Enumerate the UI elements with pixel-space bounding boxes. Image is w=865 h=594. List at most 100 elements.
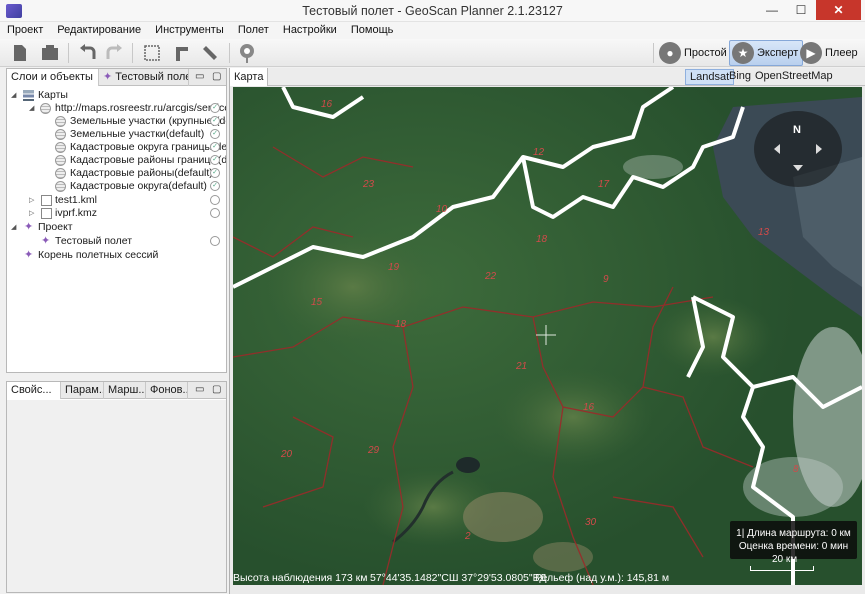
tree-item-flight[interactable]: ✦ Тестовый полет xyxy=(7,235,226,248)
ruler-icon[interactable] xyxy=(200,43,220,63)
properties-content xyxy=(7,400,226,592)
tree-item-layer[interactable]: Кадастровые округа(default) ✓ xyxy=(7,180,226,193)
tree-item-label: http://maps.rosreestr.ru/arcgis/service xyxy=(55,102,226,114)
redo-icon[interactable] xyxy=(104,43,124,63)
visibility-checkbox[interactable]: ✓ xyxy=(210,155,220,165)
tree-item-layer[interactable]: Кадастровые районы(default) ✓ xyxy=(7,167,226,180)
maximize-button[interactable]: ☐ xyxy=(787,0,815,20)
tree-item-layer[interactable]: Кадастровые районы границы(de ✓ xyxy=(7,154,226,167)
source-osm-button[interactable]: OpenStreetMap xyxy=(751,69,837,85)
mode-expert-label: Эксперт xyxy=(757,47,799,59)
mode-player-button[interactable]: ▶ Плеер xyxy=(798,40,862,66)
collapse-arrow-icon[interactable]: ▷ xyxy=(29,196,37,204)
relief-readout: Рельеф (над у.м.): 145,81 м xyxy=(535,572,670,584)
tree-item-layer[interactable]: Земельные участки (крупные)(de ✓ xyxy=(7,115,226,128)
tree-item-layer[interactable]: Кадастровые округа границы(def ✓ xyxy=(7,141,226,154)
properties-panel: Свойс... Парам... Марш... Фонов... ▭ ▢ xyxy=(6,381,227,593)
tree-item-file[interactable]: ▷ test1.kml xyxy=(7,194,226,207)
tree-item-maps[interactable]: ◢ Карты xyxy=(7,89,226,102)
region-number: 9 xyxy=(603,274,609,285)
tab-properties[interactable]: Свойс... xyxy=(7,382,61,399)
expand-arrow-icon[interactable]: ◢ xyxy=(11,223,19,231)
tab-label: Тестовый полет xyxy=(115,71,189,83)
tree-item-label: Земельные участки (крупные)(de xyxy=(70,115,226,127)
title-bar: Тестовый полет - GeoScan Planner 2.1.231… xyxy=(0,0,865,22)
tab-label: Свойс... xyxy=(11,384,52,396)
menu-edit[interactable]: Редактирование xyxy=(50,22,145,36)
tree-item-server[interactable]: ◢ http://maps.rosreestr.ru/arcgis/servic… xyxy=(7,102,226,115)
compass-navigation[interactable]: N xyxy=(752,109,844,189)
globe-icon xyxy=(55,142,66,153)
visibility-checkbox[interactable] xyxy=(210,195,220,205)
region-number: 20 xyxy=(280,449,293,460)
corner-tool-icon[interactable] xyxy=(172,43,192,63)
menu-settings[interactable]: Настройки xyxy=(276,22,341,36)
menu-project[interactable]: Проект xyxy=(0,22,47,36)
tree-item-sessions[interactable]: ✦ Корень полетных сессий xyxy=(7,249,226,262)
region-number: 8 xyxy=(793,464,799,475)
undo-icon[interactable] xyxy=(78,43,98,63)
region-number: 13 xyxy=(758,227,770,238)
visibility-checkbox[interactable]: ✓ xyxy=(210,116,220,126)
visibility-checkbox[interactable]: ✓ xyxy=(210,168,220,178)
star-icon: ★ xyxy=(732,42,754,64)
tab-route[interactable]: Марш... xyxy=(104,382,146,399)
time-estimate-text: Оценка времени: 0 мин xyxy=(738,541,849,552)
star-icon: ✦ xyxy=(41,235,51,247)
tab-background[interactable]: Фонов... xyxy=(146,382,188,399)
tree-item-project[interactable]: ◢ ✦ Проект xyxy=(7,221,226,234)
tree-item-label: Проект xyxy=(38,221,73,233)
tree-item-layer[interactable]: Земельные участки(default) ✓ xyxy=(7,128,226,141)
close-button[interactable]: ✕ xyxy=(816,0,861,20)
coordinates-readout: 57°44'35.1482"СШ 37°29'53.0805"ВД xyxy=(370,572,547,584)
tab-map[interactable]: Карта xyxy=(230,68,269,86)
globe-icon xyxy=(40,103,51,114)
visibility-checkbox[interactable] xyxy=(210,208,220,218)
layers-icon xyxy=(23,90,34,101)
visibility-checkbox[interactable]: ✓ xyxy=(210,142,220,152)
tree-item-label: Карты xyxy=(38,89,68,101)
visibility-checkbox[interactable] xyxy=(210,236,220,246)
expand-arrow-icon[interactable]: ◢ xyxy=(29,104,37,112)
tab-label: Марш... xyxy=(108,384,146,396)
open-folder-icon[interactable] xyxy=(40,43,60,63)
tree-item-file[interactable]: ▷ ivprf.kmz xyxy=(7,207,226,220)
region-number: 16 xyxy=(583,402,595,413)
layers-panel: Слои и объекты✕ ✦ Тестовый полет ▭ ▢ ◢ К… xyxy=(6,68,227,373)
tab-layers-objects[interactable]: Слои и объекты✕ xyxy=(7,69,99,86)
mode-expert-button[interactable]: ★ Эксперт xyxy=(729,40,804,66)
visibility-checkbox[interactable]: ✓ xyxy=(210,129,220,139)
panel-minimize-icon[interactable]: ▭ xyxy=(195,384,204,395)
mode-simple-button[interactable]: ● Простой xyxy=(657,40,731,66)
toolbar-separator xyxy=(68,43,69,63)
menu-tools[interactable]: Инструменты xyxy=(148,22,228,36)
tab-test-flight[interactable]: ✦ Тестовый полет xyxy=(99,69,189,86)
mode-simple-label: Простой xyxy=(684,47,727,59)
properties-tabstrip: Свойс... Парам... Марш... Фонов... ▭ ▢ xyxy=(7,382,226,399)
region-number: 15 xyxy=(311,297,323,308)
flight-route-icon[interactable] xyxy=(236,42,258,64)
map-panel: Карта Landsat Bing OpenStreetMap 16 12 2… xyxy=(229,68,865,594)
polygon-tool-icon[interactable] xyxy=(142,43,162,63)
panel-minimize-icon[interactable]: ▭ xyxy=(195,71,204,82)
minimize-button[interactable]: — xyxy=(758,0,786,20)
visibility-checkbox[interactable]: ✓ xyxy=(210,181,220,191)
menu-flight[interactable]: Полет xyxy=(231,22,273,36)
record-icon: ● xyxy=(659,42,681,64)
panel-maximize-icon[interactable]: ▢ xyxy=(212,71,221,82)
tab-parameters[interactable]: Парам... xyxy=(61,382,104,399)
star-icon: ✦ xyxy=(24,221,34,233)
region-number: 2 xyxy=(464,531,471,542)
panel-maximize-icon[interactable]: ▢ xyxy=(212,384,221,395)
collapse-arrow-icon[interactable]: ▷ xyxy=(29,209,37,217)
new-file-icon[interactable] xyxy=(10,43,30,63)
expand-arrow-icon[interactable]: ◢ xyxy=(11,91,19,99)
tree-item-label: Корень полетных сессий xyxy=(38,249,159,261)
toolbar-separator xyxy=(653,43,654,63)
region-number: 30 xyxy=(585,517,597,528)
file-icon xyxy=(41,208,52,219)
play-icon: ▶ xyxy=(800,42,822,64)
menu-help[interactable]: Помощь xyxy=(344,22,398,36)
visibility-checkbox[interactable]: ✓ xyxy=(210,103,220,113)
map-canvas[interactable]: 16 12 23 10 18 17 22 9 13 19 21 15 18 16… xyxy=(233,87,862,585)
